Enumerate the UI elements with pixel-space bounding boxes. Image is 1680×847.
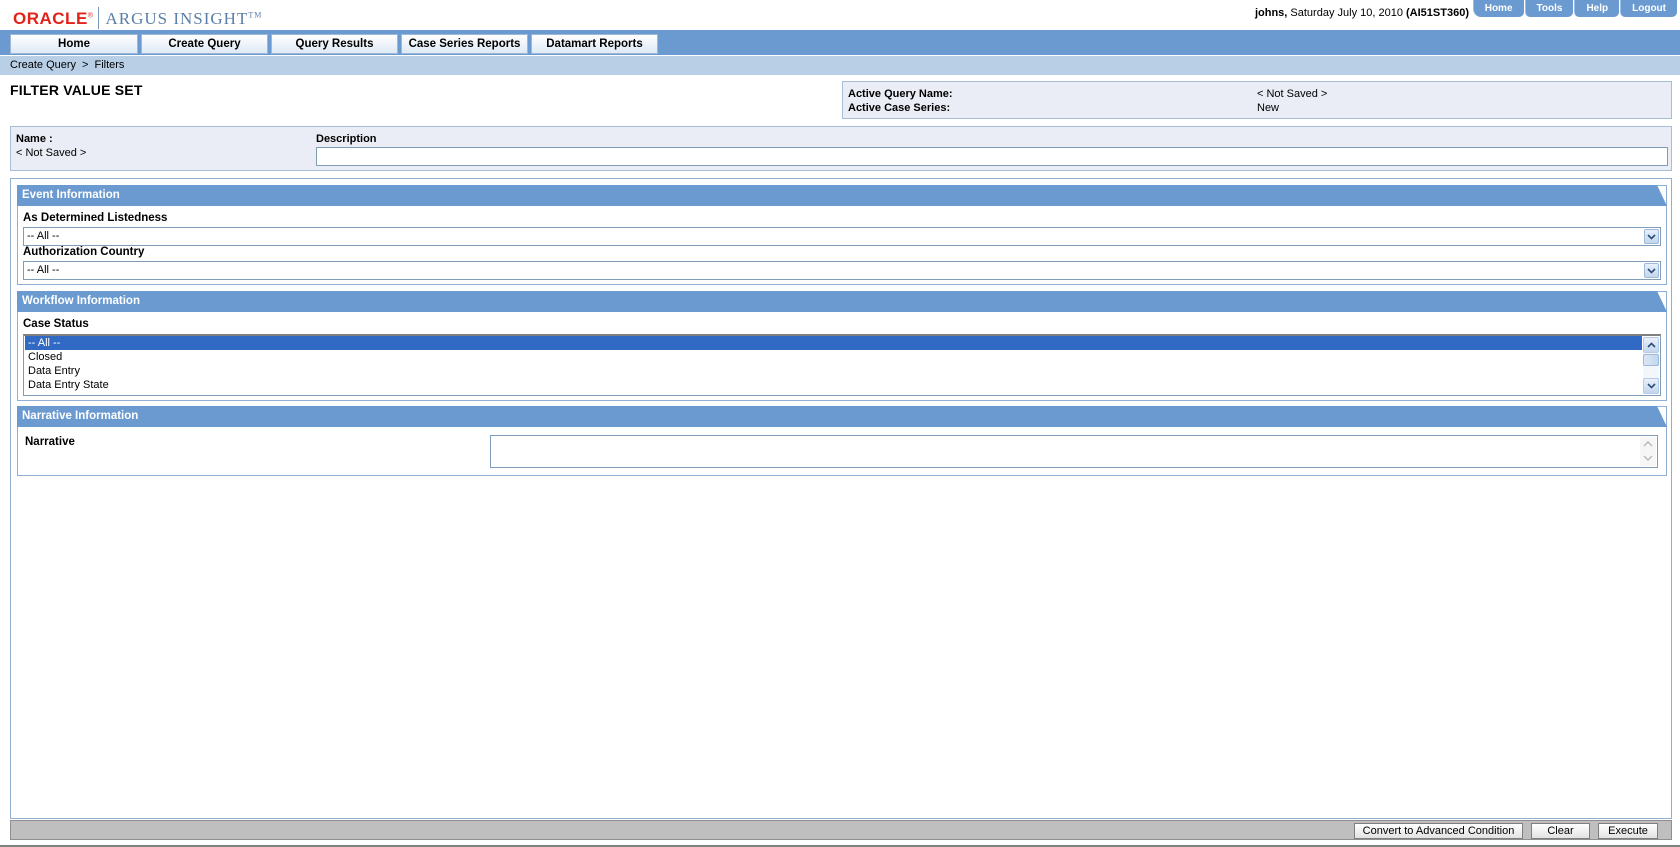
user-session-info: johns, Saturday July 10, 2010 (AI51ST360… xyxy=(1255,7,1469,19)
nav-home[interactable]: Home xyxy=(10,34,138,54)
server-id: (AI51ST360) xyxy=(1406,7,1469,19)
narrative-information-header[interactable]: Narrative Information xyxy=(17,406,1667,427)
chevron-up-icon[interactable] xyxy=(1643,337,1659,353)
top-link-tools[interactable]: Tools xyxy=(1524,0,1574,17)
narrative-label: Narrative xyxy=(25,436,75,448)
case-status-option[interactable]: Data Entry xyxy=(25,364,1642,378)
chevron-down-icon[interactable] xyxy=(1643,453,1653,465)
breadcrumb-create-query[interactable]: Create Query xyxy=(10,59,76,71)
breadcrumb-bar: Create Query > Filters xyxy=(0,56,1680,75)
listedness-selected-value: -- All -- xyxy=(27,230,60,242)
nav-query-results[interactable]: Query Results xyxy=(271,34,398,54)
case-status-scrollbar[interactable] xyxy=(1643,337,1659,394)
page-title: FILTER VALUE SET xyxy=(10,82,143,98)
nav-datamart-reports[interactable]: Datamart Reports xyxy=(531,34,658,54)
listedness-label: As Determined Listedness xyxy=(23,212,168,224)
case-status-option[interactable]: Closed xyxy=(25,350,1642,364)
top-link-home[interactable]: Home xyxy=(1472,0,1524,17)
top-link-logout[interactable]: Logout xyxy=(1620,0,1677,17)
app-header: ORACLE® ARGUS INSIGHTTM johns, Saturday … xyxy=(0,0,1680,32)
nav-case-series-reports[interactable]: Case Series Reports xyxy=(401,34,528,54)
authorization-country-selected-value: -- All -- xyxy=(27,264,60,276)
name-label: Name : xyxy=(16,133,53,145)
name-value: < Not Saved > xyxy=(16,147,87,159)
active-query-panel: Active Query Name: < Not Saved > Active … xyxy=(842,81,1672,119)
listedness-select[interactable]: -- All -- xyxy=(23,227,1661,246)
main-nav: Home Create Query Query Results Case Ser… xyxy=(0,32,1680,55)
execute-button[interactable]: Execute xyxy=(1598,823,1658,839)
description-input[interactable] xyxy=(316,147,1668,166)
chevron-down-icon[interactable] xyxy=(1643,378,1659,394)
event-information-section: Event Information As Determined Listedne… xyxy=(17,185,1667,285)
active-query-name-value: < Not Saved > xyxy=(1257,88,1328,100)
top-link-help[interactable]: Help xyxy=(1574,0,1620,17)
authorization-country-select[interactable]: -- All -- xyxy=(23,261,1661,280)
nav-create-query[interactable]: Create Query xyxy=(141,34,268,54)
workflow-information-section: Workflow Information Case Status -- All … xyxy=(17,291,1667,401)
authorization-country-label: Authorization Country xyxy=(23,246,145,258)
convert-to-advanced-condition-button[interactable]: Convert to Advanced Condition xyxy=(1354,823,1523,839)
active-case-series-label: Active Case Series: xyxy=(848,102,951,114)
argus-insight-logo: ARGUS INSIGHTTM xyxy=(105,9,263,28)
logo-divider xyxy=(98,7,100,29)
active-query-name-label: Active Query Name: xyxy=(848,88,953,100)
event-information-header[interactable]: Event Information xyxy=(17,185,1667,206)
action-bar: Convert to Advanced Condition Clear Exec… xyxy=(10,820,1672,840)
username: johns, xyxy=(1254,7,1288,19)
description-label: Description xyxy=(316,133,377,145)
narrative-information-section: Narrative Information Narrative xyxy=(17,406,1667,476)
chevron-down-icon[interactable] xyxy=(1644,263,1659,278)
product-logo: ORACLE® ARGUS INSIGHTTM xyxy=(13,7,262,29)
case-status-listbox[interactable]: -- All -- Closed Data Entry Data Entry S… xyxy=(23,334,1661,396)
chevron-down-icon[interactable] xyxy=(1644,229,1659,244)
case-status-option[interactable]: Data Entry State xyxy=(25,378,1642,392)
name-description-panel: Name : < Not Saved > Description xyxy=(10,126,1672,171)
breadcrumb-filters: Filters xyxy=(94,59,125,71)
narrative-textarea[interactable] xyxy=(490,435,1658,468)
narrative-scrollbar[interactable] xyxy=(1640,437,1656,466)
scrollbar-thumb[interactable] xyxy=(1643,354,1659,366)
workflow-information-header[interactable]: Workflow Information xyxy=(17,291,1667,312)
breadcrumb-separator: > xyxy=(82,59,89,71)
filter-sections-frame: Event Information As Determined Listedne… xyxy=(10,178,1672,819)
case-status-label: Case Status xyxy=(23,318,89,330)
active-case-series-value: New xyxy=(1257,102,1280,114)
oracle-logo: ORACLE® xyxy=(13,9,94,28)
chevron-up-icon[interactable] xyxy=(1643,438,1653,450)
breadcrumb: Create Query > Filters xyxy=(10,59,124,71)
case-status-option[interactable]: -- All -- xyxy=(25,336,1642,350)
clear-button[interactable]: Clear xyxy=(1531,823,1590,839)
session-date: Saturday July 10, 2010 xyxy=(1290,7,1403,19)
utility-links: Home Tools Help Logout xyxy=(1472,0,1677,17)
